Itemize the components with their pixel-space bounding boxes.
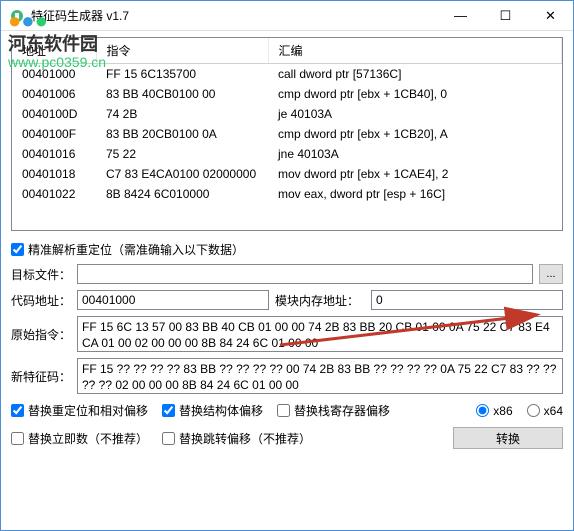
window-title: 特征码生成器 v1.7 [31,7,438,24]
table-cell: 75 22 [96,144,268,164]
table-cell: 83 BB 40CB0100 00 [96,84,268,104]
table-cell: 00401022 [12,184,96,204]
table-cell: jne 40103A [268,144,562,164]
table-cell: mov eax, dword ptr [esp + 16C] [268,184,562,204]
minimize-button[interactable]: — [438,1,483,30]
table-row[interactable]: 0040100F83 BB 20CB0100 0Acmp dword ptr [… [12,124,562,144]
target-file-input[interactable] [77,264,533,284]
disassembly-table: 地址 指令 汇编 00401000FF 15 6C135700call dwor… [12,38,562,204]
table-cell: mov dword ptr [ebx + 1CAE4], 2 [268,164,562,184]
table-row[interactable]: 0040100D74 2Bje 40103A [12,104,562,124]
close-button[interactable]: ✕ [528,1,573,30]
module-address-label: 模块内存地址： [275,292,365,309]
table-cell: cmp dword ptr [ebx + 1CB40], 0 [268,84,562,104]
table-cell: je 40103A [268,104,562,124]
table-row[interactable]: 00401018C7 83 E4CA0100 02000000mov dword… [12,164,562,184]
table-cell: C7 83 E4CA0100 02000000 [96,164,268,184]
code-address-input[interactable] [77,290,269,310]
new-signature-label: 新特征码： [11,368,71,385]
app-icon [9,8,25,24]
disassembly-table-container[interactable]: 地址 指令 汇编 00401000FF 15 6C135700call dwor… [11,37,563,231]
table-row[interactable]: 0040101675 22jne 40103A [12,144,562,164]
table-cell: 8B 8424 6C010000 [96,184,268,204]
code-address-label: 代码地址： [11,292,71,309]
arch-x86-radio[interactable]: x86 [476,404,512,418]
convert-button[interactable]: 转换 [453,427,563,449]
table-cell: 0040100D [12,104,96,124]
table-cell: call dword ptr [57136C] [268,64,562,85]
table-cell: 00401000 [12,64,96,85]
table-cell: 83 BB 20CB0100 0A [96,124,268,144]
precise-reloc-checkbox[interactable]: 精准解析重定位（需准确输入以下数据） [11,241,244,258]
replace-stack-offset-checkbox[interactable]: 替换栈寄存器偏移 [277,402,390,419]
table-cell: 0040100F [12,124,96,144]
maximize-button[interactable]: ☐ [483,1,528,30]
table-cell: 00401006 [12,84,96,104]
table-cell: 74 2B [96,104,268,124]
table-cell: 00401016 [12,144,96,164]
replace-jump-offset-checkbox[interactable]: 替换跳转偏移（不推荐） [162,430,311,447]
original-instruction-textarea[interactable] [77,316,563,352]
table-row[interactable]: 0040100683 BB 40CB0100 00cmp dword ptr [… [12,84,562,104]
table-cell: 00401018 [12,164,96,184]
col-instruction[interactable]: 指令 [96,38,268,64]
target-file-label: 目标文件： [11,266,71,283]
table-row[interactable]: 00401000FF 15 6C135700call dword ptr [57… [12,64,562,85]
replace-reloc-rel-checkbox[interactable]: 替换重定位和相对偏移 [11,402,148,419]
module-address-input[interactable] [371,290,563,310]
table-cell: FF 15 6C135700 [96,64,268,85]
arch-x64-radio[interactable]: x64 [527,404,563,418]
replace-immediate-checkbox[interactable]: 替换立即数（不推荐） [11,430,148,447]
browse-button[interactable]: ... [539,264,563,284]
table-row[interactable]: 004010228B 8424 6C010000mov eax, dword p… [12,184,562,204]
titlebar: 特征码生成器 v1.7 — ☐ ✕ [1,1,573,31]
new-signature-textarea[interactable] [77,358,563,394]
replace-struct-offset-checkbox[interactable]: 替换结构体偏移 [162,402,263,419]
col-assembly[interactable]: 汇编 [268,38,562,64]
col-address[interactable]: 地址 [12,38,96,64]
original-instruction-label: 原始指令： [11,326,71,343]
table-cell: cmp dword ptr [ebx + 1CB20], A [268,124,562,144]
